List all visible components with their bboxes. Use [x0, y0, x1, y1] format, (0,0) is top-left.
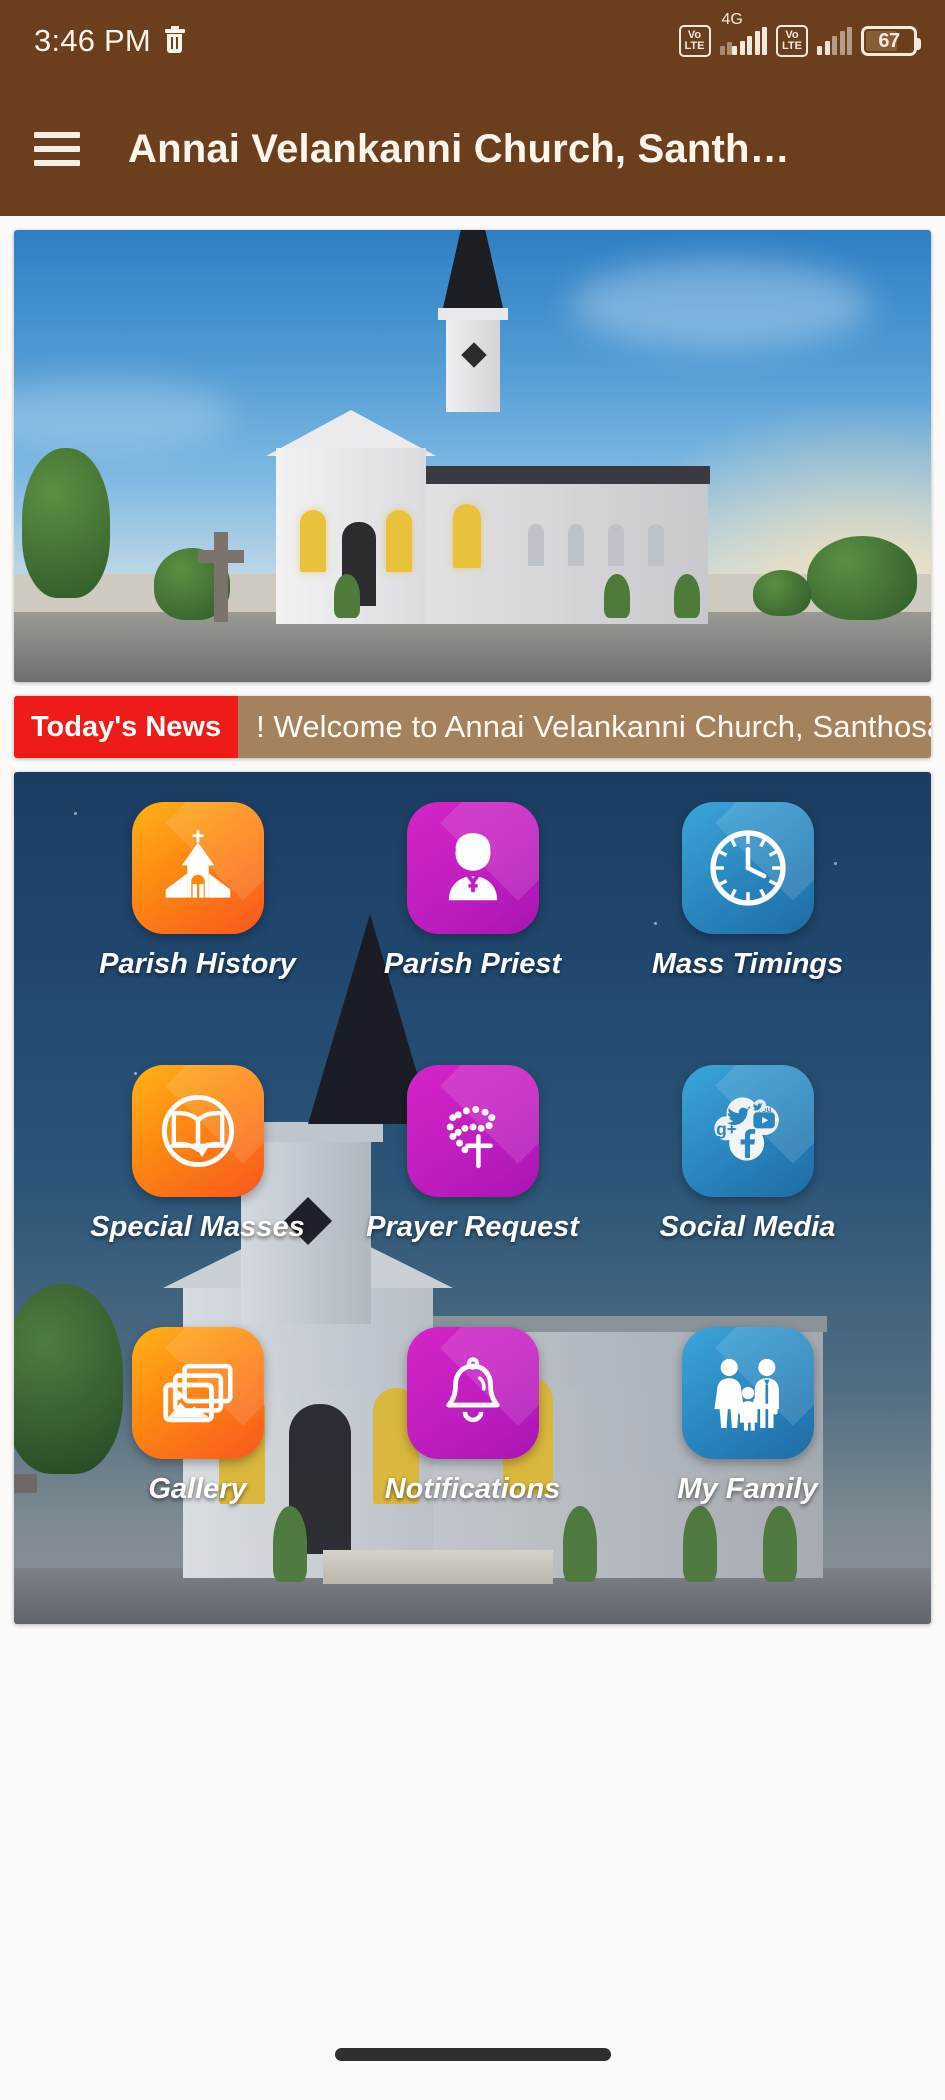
- menu-item-label: My Family: [677, 1473, 818, 1506]
- menu-item-label: Notifications: [384, 1473, 561, 1506]
- menu-item-parish-history[interactable]: Parish History: [60, 802, 335, 1065]
- gesture-home-handle[interactable]: [334, 2047, 611, 2061]
- menu-grid: Parish History Parish Priest Mass Timing…: [14, 772, 931, 1624]
- menu-item-social-media[interactable]: g+ You Social Media: [610, 1064, 885, 1328]
- network-type-label: 4G: [721, 11, 743, 28]
- signal-sim1-icon: 4G: [719, 11, 767, 55]
- news-ticker-text: ! Welcome to Annai Velankanni Church, Sa…: [256, 709, 931, 744]
- clock-icon: [681, 802, 814, 934]
- trash-icon: [164, 26, 185, 53]
- rosary-icon: [406, 1064, 539, 1197]
- hero-banner-image[interactable]: [14, 230, 931, 682]
- bell-icon: [406, 1327, 539, 1460]
- hero-tree: [807, 536, 917, 620]
- status-bar-left: 3:46 PM: [34, 23, 185, 59]
- menu-item-label: Prayer Request: [366, 1210, 579, 1243]
- news-ticker-body[interactable]: ! Welcome to Annai Velankanni Church, Sa…: [238, 696, 931, 758]
- menu-item-prayer-request[interactable]: Prayer Request: [335, 1064, 610, 1328]
- news-ticker-badge: Today's News: [14, 696, 239, 758]
- social-media-icon: g+ You: [681, 1064, 814, 1197]
- menu-item-gallery[interactable]: Gallery: [60, 1327, 335, 1590]
- hero-tree: [22, 448, 110, 598]
- battery-percent-label: 67: [878, 29, 900, 52]
- hero-stone-cross: [198, 532, 244, 622]
- hero-tree: [753, 570, 811, 616]
- signal-bars-faint: [719, 27, 732, 55]
- status-time: 3:46 PM: [34, 23, 151, 58]
- menu-item-label: Social Media: [659, 1210, 836, 1243]
- app-bar: Annai Velankanni Church, Santh…: [0, 82, 945, 216]
- menu-item-notifications[interactable]: Notifications: [335, 1327, 610, 1590]
- menu-item-label: Parish History: [99, 948, 296, 980]
- menu-item-label: Gallery: [148, 1473, 247, 1506]
- menu-item-label: Parish Priest: [383, 948, 562, 980]
- family-icon: [681, 1327, 814, 1460]
- hero-steeple: [418, 230, 528, 412]
- photo-stack-icon: [131, 1327, 264, 1460]
- page-title: Annai Velankanni Church, Santh…: [128, 126, 790, 171]
- menu-item-my-family[interactable]: My Family: [610, 1327, 885, 1590]
- menu-item-mass-timings[interactable]: Mass Timings: [610, 802, 885, 1065]
- app-screen: 3:46 PM Vo LTE 4G Vo LTE 67 Annai Velank…: [0, 0, 945, 2100]
- battery-icon: 67: [861, 26, 921, 56]
- status-bar-right: Vo LTE 4G Vo LTE 67: [678, 11, 921, 57]
- volte-sim1-icon: Vo LTE: [678, 25, 711, 57]
- hero-cloud: [571, 260, 871, 350]
- menu-item-label: Mass Timings: [651, 948, 844, 980]
- menu-item-parish-priest[interactable]: Parish Priest: [335, 802, 610, 1065]
- news-ticker[interactable]: Today's News ! Welcome to Annai Velankan…: [14, 696, 931, 758]
- volte-sim2-icon: Vo LTE: [776, 25, 808, 57]
- system-navigation-bar: [0, 2008, 945, 2100]
- church-icon: [131, 802, 264, 934]
- menu-item-special-masses[interactable]: Special Masses: [60, 1064, 335, 1328]
- menu-item-label: Special Masses: [90, 1210, 305, 1243]
- hero-church-building: [238, 230, 710, 624]
- open-book-icon: [131, 1064, 264, 1197]
- priest-icon: [406, 802, 539, 934]
- menu-grid-card: Parish History Parish Priest Mass Timing…: [14, 772, 931, 1624]
- signal-bars-sim2: [817, 27, 852, 55]
- signal-bars-sim1: [732, 27, 767, 55]
- hamburger-menu-icon[interactable]: [34, 132, 80, 166]
- status-bar: 3:46 PM Vo LTE 4G Vo LTE 67: [0, 0, 945, 82]
